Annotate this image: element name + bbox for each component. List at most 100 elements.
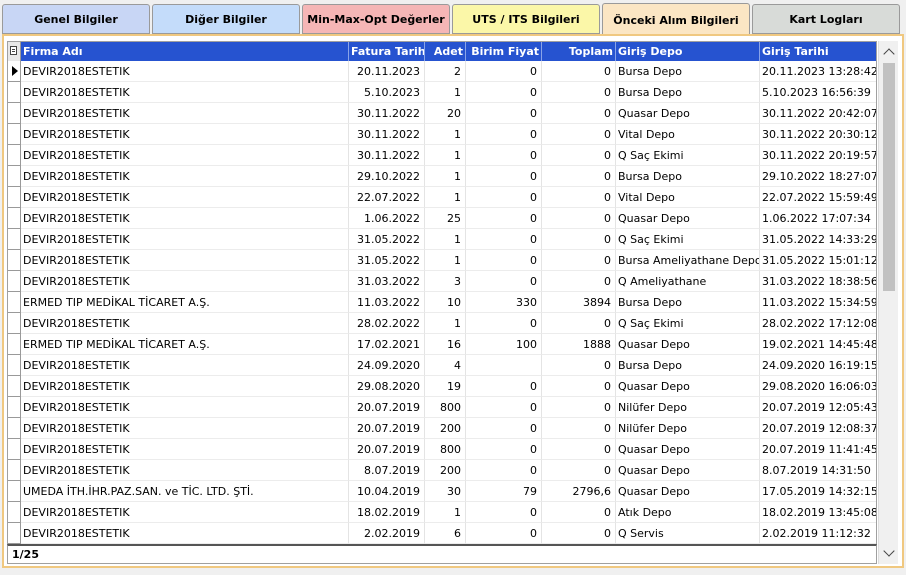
table-cell[interactable]: 0 (542, 166, 616, 187)
table-row[interactable]: DEVIR2018ESTETIK 20.07.2019 200 0 0 Nilüfer D… (8, 418, 876, 439)
table-cell[interactable]: Bursa Ameliyathane Depo (616, 250, 760, 271)
table-cell[interactable]: 28.02.2022 (349, 313, 425, 334)
table-cell[interactable]: 20.07.2019 11:41:45 (760, 439, 876, 460)
table-cell[interactable]: 0 (542, 460, 616, 481)
table-cell[interactable]: 1.06.2022 17:07:34 (760, 208, 876, 229)
table-row[interactable]: ERMED TIP MEDİKAL TİCARET A.Ş. 17.02.2021… (8, 334, 876, 355)
table-cell[interactable]: 1 (425, 229, 466, 250)
table-cell[interactable]: 8.07.2019 (349, 460, 425, 481)
table-cell[interactable]: 5.10.2023 16:56:39 (760, 82, 876, 103)
table-cell[interactable]: DEVIR2018ESTETIK (21, 208, 349, 229)
table-cell[interactable]: 30.11.2022 (349, 124, 425, 145)
table-cell[interactable]: 20.07.2019 12:08:37 (760, 418, 876, 439)
row-indicator[interactable] (8, 166, 21, 187)
column-header[interactable]: Giriş Depo (616, 42, 760, 61)
table-cell[interactable]: 1 (425, 187, 466, 208)
table-row[interactable]: DEVIR2018ESTETIK 31.05.2022 1 0 0 Q Saç Ekimi… (8, 229, 876, 250)
row-indicator[interactable] (8, 313, 21, 334)
table-cell[interactable]: 0 (542, 397, 616, 418)
table-cell[interactable]: 0 (466, 103, 542, 124)
table-row[interactable]: DEVIR2018ESTETIK 30.11.2022 20 0 0 Quasar Dep… (8, 103, 876, 124)
table-cell[interactable]: 1 (425, 313, 466, 334)
table-cell[interactable]: 5.10.2023 (349, 82, 425, 103)
tab-5[interactable]: Önceki Alım Bilgileri (602, 3, 750, 36)
table-cell[interactable]: 20.07.2019 (349, 397, 425, 418)
table-cell[interactable]: Quasar Depo (616, 481, 760, 502)
table-cell[interactable]: 1 (425, 166, 466, 187)
table-row[interactable]: DEVIR2018ESTETIK 30.11.2022 1 0 0 Q Saç Ekimi… (8, 145, 876, 166)
table-cell[interactable]: DEVIR2018ESTETIK (21, 229, 349, 250)
table-row[interactable]: DEVIR2018ESTETIK 5.10.2023 1 0 0 Bursa Depo 5.… (8, 82, 876, 103)
row-indicator[interactable] (8, 439, 21, 460)
table-cell[interactable]: 0 (466, 460, 542, 481)
table-cell[interactable]: Vital Depo (616, 124, 760, 145)
row-indicator[interactable] (8, 481, 21, 502)
table-cell[interactable]: 29.10.2022 (349, 166, 425, 187)
table-cell[interactable]: 0 (542, 229, 616, 250)
table-row[interactable]: DEVIR2018ESTETIK 8.07.2019 200 0 0 Quasar Dep… (8, 460, 876, 481)
table-cell[interactable]: 1888 (542, 334, 616, 355)
table-cell[interactable]: Nilüfer Depo (616, 418, 760, 439)
column-header[interactable]: Giriş Tarihi (760, 42, 876, 61)
table-cell[interactable]: 30.11.2022 (349, 103, 425, 124)
table-cell[interactable]: DEVIR2018ESTETIK (21, 250, 349, 271)
tab-1[interactable]: Genel Bilgiler (2, 4, 150, 34)
table-cell[interactable]: 0 (542, 187, 616, 208)
table-cell[interactable]: 31.03.2022 (349, 271, 425, 292)
table-cell[interactable]: DEVIR2018ESTETIK (21, 418, 349, 439)
table-cell[interactable]: UMEDA İTH.İHR.PAZ.SAN. ve TİC. LTD. ŞTİ. (21, 481, 349, 502)
table-cell[interactable]: 330 (466, 292, 542, 313)
table-row[interactable]: ERMED TIP MEDİKAL TİCARET A.Ş. 11.03.2022… (8, 292, 876, 313)
row-indicator[interactable] (8, 460, 21, 481)
table-cell[interactable]: 0 (542, 376, 616, 397)
vertical-scrollbar[interactable] (878, 41, 898, 564)
table-cell[interactable]: 20.07.2019 (349, 439, 425, 460)
table-cell[interactable]: Bursa Depo (616, 82, 760, 103)
table-cell[interactable]: 0 (466, 313, 542, 334)
table-cell[interactable]: 6 (425, 523, 466, 544)
table-cell[interactable]: 200 (425, 418, 466, 439)
table-cell[interactable]: Quasar Depo (616, 334, 760, 355)
table-cell[interactable]: 0 (542, 523, 616, 544)
table-cell[interactable]: DEVIR2018ESTETIK (21, 271, 349, 292)
table-cell[interactable]: 20 (425, 103, 466, 124)
table-cell[interactable]: 22.07.2022 (349, 187, 425, 208)
table-cell[interactable]: DEVIR2018ESTETIK (21, 82, 349, 103)
table-cell[interactable]: 18.02.2019 (349, 502, 425, 523)
table-cell[interactable]: 31.03.2022 18:38:56 (760, 271, 876, 292)
table-cell[interactable]: DEVIR2018ESTETIK (21, 145, 349, 166)
row-indicator[interactable] (8, 355, 21, 376)
table-cell[interactable]: 0 (466, 397, 542, 418)
column-chooser-icon[interactable] (8, 42, 21, 61)
column-header[interactable]: Adet (425, 42, 466, 61)
table-cell[interactable]: 30.11.2022 20:42:07 (760, 103, 876, 124)
table-cell[interactable]: Q Saç Ekimi (616, 313, 760, 334)
table-cell[interactable]: Q Ameliyathane (616, 271, 760, 292)
table-cell[interactable]: ERMED TIP MEDİKAL TİCARET A.Ş. (21, 292, 349, 313)
table-cell[interactable]: 0 (466, 61, 542, 82)
table-row[interactable]: DEVIR2018ESTETIK 28.02.2022 1 0 0 Q Saç Ekimi… (8, 313, 876, 334)
table-cell[interactable]: Vital Depo (616, 187, 760, 208)
table-cell[interactable]: 24.09.2020 16:19:15 (760, 355, 876, 376)
table-cell[interactable]: 2.02.2019 11:12:32 (760, 523, 876, 544)
table-row[interactable]: DEVIR2018ESTETIK 22.07.2022 1 0 0 Vital Depo 2… (8, 187, 876, 208)
table-cell[interactable]: 31.05.2022 (349, 250, 425, 271)
table-cell[interactable]: 19.02.2021 14:45:48 (760, 334, 876, 355)
table-cell[interactable]: 0 (466, 166, 542, 187)
row-indicator[interactable] (8, 271, 21, 292)
table-cell[interactable]: 0 (542, 103, 616, 124)
table-cell[interactable]: Quasar Depo (616, 439, 760, 460)
table-cell[interactable]: 29.08.2020 16:06:03 (760, 376, 876, 397)
purchase-history-grid[interactable]: Firma Adı Fatura Tarihi Adet Birim Fiyat Top… (7, 41, 877, 546)
table-cell[interactable]: DEVIR2018ESTETIK (21, 103, 349, 124)
table-cell[interactable]: Q Servis (616, 523, 760, 544)
table-cell[interactable]: 2.02.2019 (349, 523, 425, 544)
table-cell[interactable]: 0 (466, 271, 542, 292)
row-indicator[interactable] (8, 334, 21, 355)
row-indicator[interactable] (8, 418, 21, 439)
table-cell[interactable]: Atık Depo (616, 502, 760, 523)
table-cell[interactable]: Q Saç Ekimi (616, 229, 760, 250)
table-cell[interactable]: 1 (425, 502, 466, 523)
tab-4[interactable]: UTS / ITS Bilgileri (452, 4, 600, 34)
table-cell[interactable]: 17.02.2021 (349, 334, 425, 355)
